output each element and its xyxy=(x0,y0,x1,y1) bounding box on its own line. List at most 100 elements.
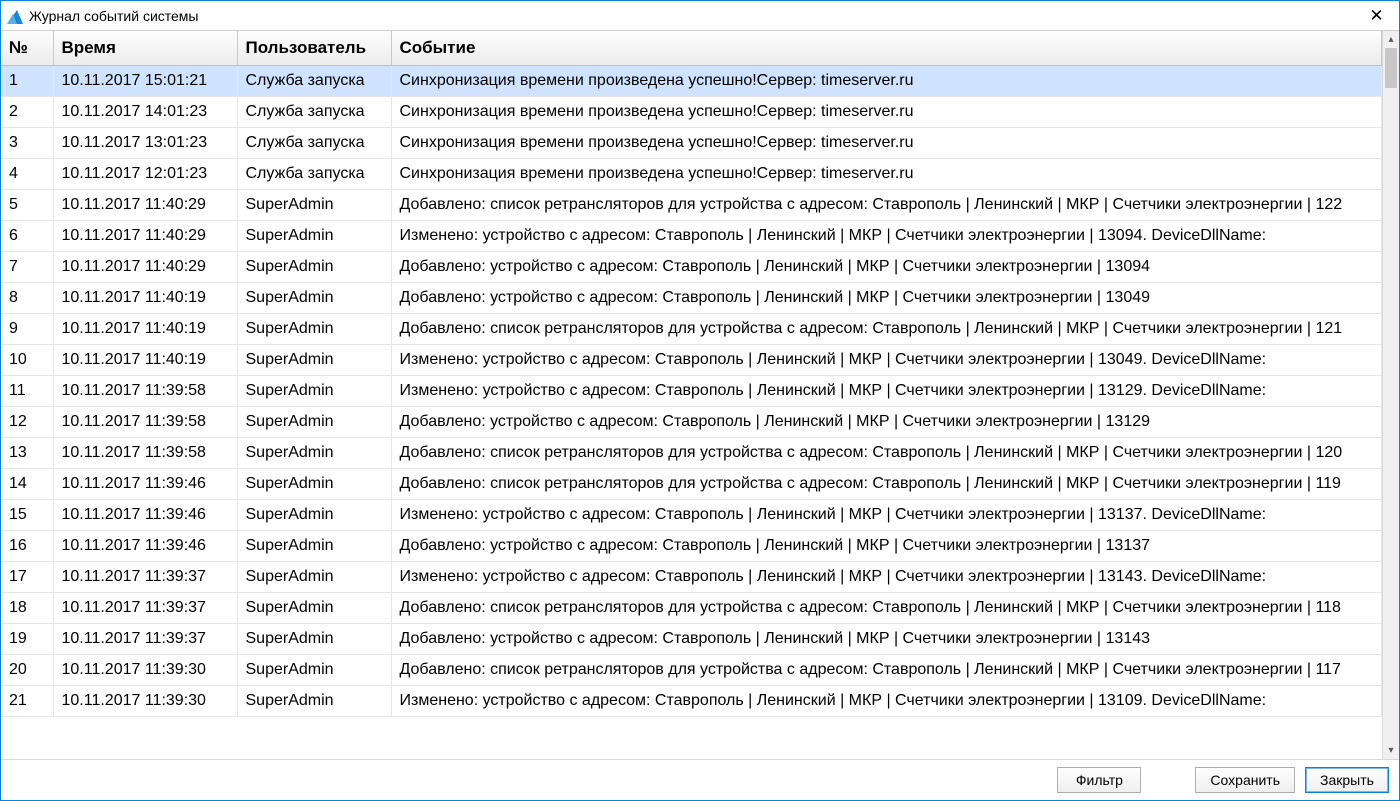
cell-time: 10.11.2017 13:01:23 xyxy=(53,127,237,158)
col-header-user[interactable]: Пользователь xyxy=(237,31,391,65)
cell-n: 8 xyxy=(1,282,53,313)
cell-event: Добавлено: устройство с адресом: Ставроп… xyxy=(391,530,1382,561)
save-button[interactable]: Сохранить xyxy=(1195,767,1295,793)
cell-event: Изменено: устройство с адресом: Ставропо… xyxy=(391,344,1382,375)
table-row[interactable]: 510.11.2017 11:40:29SuperAdminДобавлено:… xyxy=(1,189,1382,220)
titlebar: Журнал событий системы ✕ xyxy=(1,1,1399,31)
table-row[interactable]: 910.11.2017 11:40:19SuperAdminДобавлено:… xyxy=(1,313,1382,344)
header-row: № Время Пользователь Событие xyxy=(1,31,1382,65)
cell-n: 9 xyxy=(1,313,53,344)
cell-n: 19 xyxy=(1,623,53,654)
table-row[interactable]: 810.11.2017 11:40:19SuperAdminДобавлено:… xyxy=(1,282,1382,313)
close-button[interactable]: Закрыть xyxy=(1305,767,1389,793)
col-header-time[interactable]: Время xyxy=(53,31,237,65)
cell-event: Добавлено: список ретрансляторов для уст… xyxy=(391,592,1382,623)
cell-time: 10.11.2017 11:39:46 xyxy=(53,468,237,499)
window-title: Журнал событий системы xyxy=(29,8,1354,24)
cell-user: SuperAdmin xyxy=(237,220,391,251)
table-row[interactable]: 1410.11.2017 11:39:46SuperAdminДобавлено… xyxy=(1,468,1382,499)
cell-time: 10.11.2017 11:39:58 xyxy=(53,375,237,406)
table-row[interactable]: 1810.11.2017 11:39:37SuperAdminДобавлено… xyxy=(1,592,1382,623)
cell-n: 2 xyxy=(1,96,53,127)
cell-n: 4 xyxy=(1,158,53,189)
table-row[interactable]: 1610.11.2017 11:39:46SuperAdminДобавлено… xyxy=(1,530,1382,561)
table-row[interactable]: 2010.11.2017 11:39:30SuperAdminДобавлено… xyxy=(1,654,1382,685)
cell-n: 3 xyxy=(1,127,53,158)
cell-user: SuperAdmin xyxy=(237,561,391,592)
cell-n: 18 xyxy=(1,592,53,623)
scroll-down-icon[interactable]: ▾ xyxy=(1383,742,1399,759)
cell-user: SuperAdmin xyxy=(237,313,391,344)
cell-event: Добавлено: список ретрансляторов для уст… xyxy=(391,468,1382,499)
cell-n: 11 xyxy=(1,375,53,406)
cell-time: 10.11.2017 11:39:58 xyxy=(53,406,237,437)
cell-user: SuperAdmin xyxy=(237,685,391,716)
cell-event: Добавлено: устройство с адресом: Ставроп… xyxy=(391,251,1382,282)
cell-time: 10.11.2017 12:01:23 xyxy=(53,158,237,189)
close-icon: ✕ xyxy=(1369,6,1383,26)
table-row[interactable]: 2110.11.2017 11:39:30SuperAdminИзменено:… xyxy=(1,685,1382,716)
table-row[interactable]: 310.11.2017 13:01:23Служба запускаСинхро… xyxy=(1,127,1382,158)
table-row[interactable]: 610.11.2017 11:40:29SuperAdminИзменено: … xyxy=(1,220,1382,251)
table-row[interactable]: 1510.11.2017 11:39:46SuperAdminИзменено:… xyxy=(1,499,1382,530)
cell-event: Синхронизация времени произведена успешн… xyxy=(391,65,1382,96)
cell-n: 6 xyxy=(1,220,53,251)
table-row[interactable]: 1110.11.2017 11:39:58SuperAdminИзменено:… xyxy=(1,375,1382,406)
col-header-event[interactable]: Событие xyxy=(391,31,1382,65)
scroll-thumb[interactable] xyxy=(1385,48,1397,88)
cell-user: SuperAdmin xyxy=(237,623,391,654)
table-row[interactable]: 410.11.2017 12:01:23Служба запускаСинхро… xyxy=(1,158,1382,189)
cell-time: 10.11.2017 11:39:30 xyxy=(53,654,237,685)
table-row[interactable]: 710.11.2017 11:40:29SuperAdminДобавлено:… xyxy=(1,251,1382,282)
window-close-button[interactable]: ✕ xyxy=(1354,1,1399,31)
cell-time: 10.11.2017 11:39:37 xyxy=(53,592,237,623)
cell-n: 17 xyxy=(1,561,53,592)
cell-user: Служба запуска xyxy=(237,127,391,158)
cell-n: 21 xyxy=(1,685,53,716)
filter-button[interactable]: Фильтр xyxy=(1057,767,1141,793)
grid-area: № Время Пользователь Событие 110.11.2017… xyxy=(1,31,1399,760)
filter-button-label: Фильтр xyxy=(1076,772,1123,788)
vertical-scrollbar[interactable]: ▴ ▾ xyxy=(1382,31,1399,759)
cell-time: 10.11.2017 11:39:37 xyxy=(53,623,237,654)
cell-event: Изменено: устройство с адресом: Ставропо… xyxy=(391,499,1382,530)
cell-time: 10.11.2017 11:40:19 xyxy=(53,313,237,344)
cell-event: Изменено: устройство с адресом: Ставропо… xyxy=(391,685,1382,716)
cell-user: Служба запуска xyxy=(237,96,391,127)
cell-n: 5 xyxy=(1,189,53,220)
table-row[interactable]: 1010.11.2017 11:40:19SuperAdminИзменено:… xyxy=(1,344,1382,375)
cell-time: 10.11.2017 11:40:19 xyxy=(53,282,237,313)
cell-time: 10.11.2017 11:39:37 xyxy=(53,561,237,592)
cell-user: SuperAdmin xyxy=(237,654,391,685)
cell-user: SuperAdmin xyxy=(237,592,391,623)
cell-event: Изменено: устройство с адресом: Ставропо… xyxy=(391,220,1382,251)
table-row[interactable]: 210.11.2017 14:01:23Служба запускаСинхро… xyxy=(1,96,1382,127)
col-header-num[interactable]: № xyxy=(1,31,53,65)
table-row[interactable]: 1210.11.2017 11:39:58SuperAdminДобавлено… xyxy=(1,406,1382,437)
cell-time: 10.11.2017 11:40:19 xyxy=(53,344,237,375)
cell-user: SuperAdmin xyxy=(237,189,391,220)
app-icon xyxy=(7,8,23,24)
cell-n: 1 xyxy=(1,65,53,96)
save-button-label: Сохранить xyxy=(1210,772,1280,788)
cell-time: 10.11.2017 11:40:29 xyxy=(53,220,237,251)
cell-n: 7 xyxy=(1,251,53,282)
cell-event: Изменено: устройство с адресом: Ставропо… xyxy=(391,375,1382,406)
scroll-up-icon[interactable]: ▴ xyxy=(1383,31,1399,48)
table-row[interactable]: 1710.11.2017 11:39:37SuperAdminИзменено:… xyxy=(1,561,1382,592)
cell-user: SuperAdmin xyxy=(237,468,391,499)
cell-n: 13 xyxy=(1,437,53,468)
cell-n: 16 xyxy=(1,530,53,561)
cell-n: 15 xyxy=(1,499,53,530)
cell-event: Изменено: устройство с адресом: Ставропо… xyxy=(391,561,1382,592)
table-row[interactable]: 1910.11.2017 11:39:37SuperAdminДобавлено… xyxy=(1,623,1382,654)
scroll-track[interactable] xyxy=(1383,48,1399,742)
event-grid[interactable]: № Время Пользователь Событие 110.11.2017… xyxy=(1,31,1382,759)
cell-event: Добавлено: список ретрансляторов для уст… xyxy=(391,189,1382,220)
cell-n: 20 xyxy=(1,654,53,685)
cell-user: SuperAdmin xyxy=(237,437,391,468)
cell-event: Синхронизация времени произведена успешн… xyxy=(391,96,1382,127)
table-row[interactable]: 1310.11.2017 11:39:58SuperAdminДобавлено… xyxy=(1,437,1382,468)
table-row[interactable]: 110.11.2017 15:01:21Служба запускаСинхро… xyxy=(1,65,1382,96)
cell-time: 10.11.2017 15:01:21 xyxy=(53,65,237,96)
